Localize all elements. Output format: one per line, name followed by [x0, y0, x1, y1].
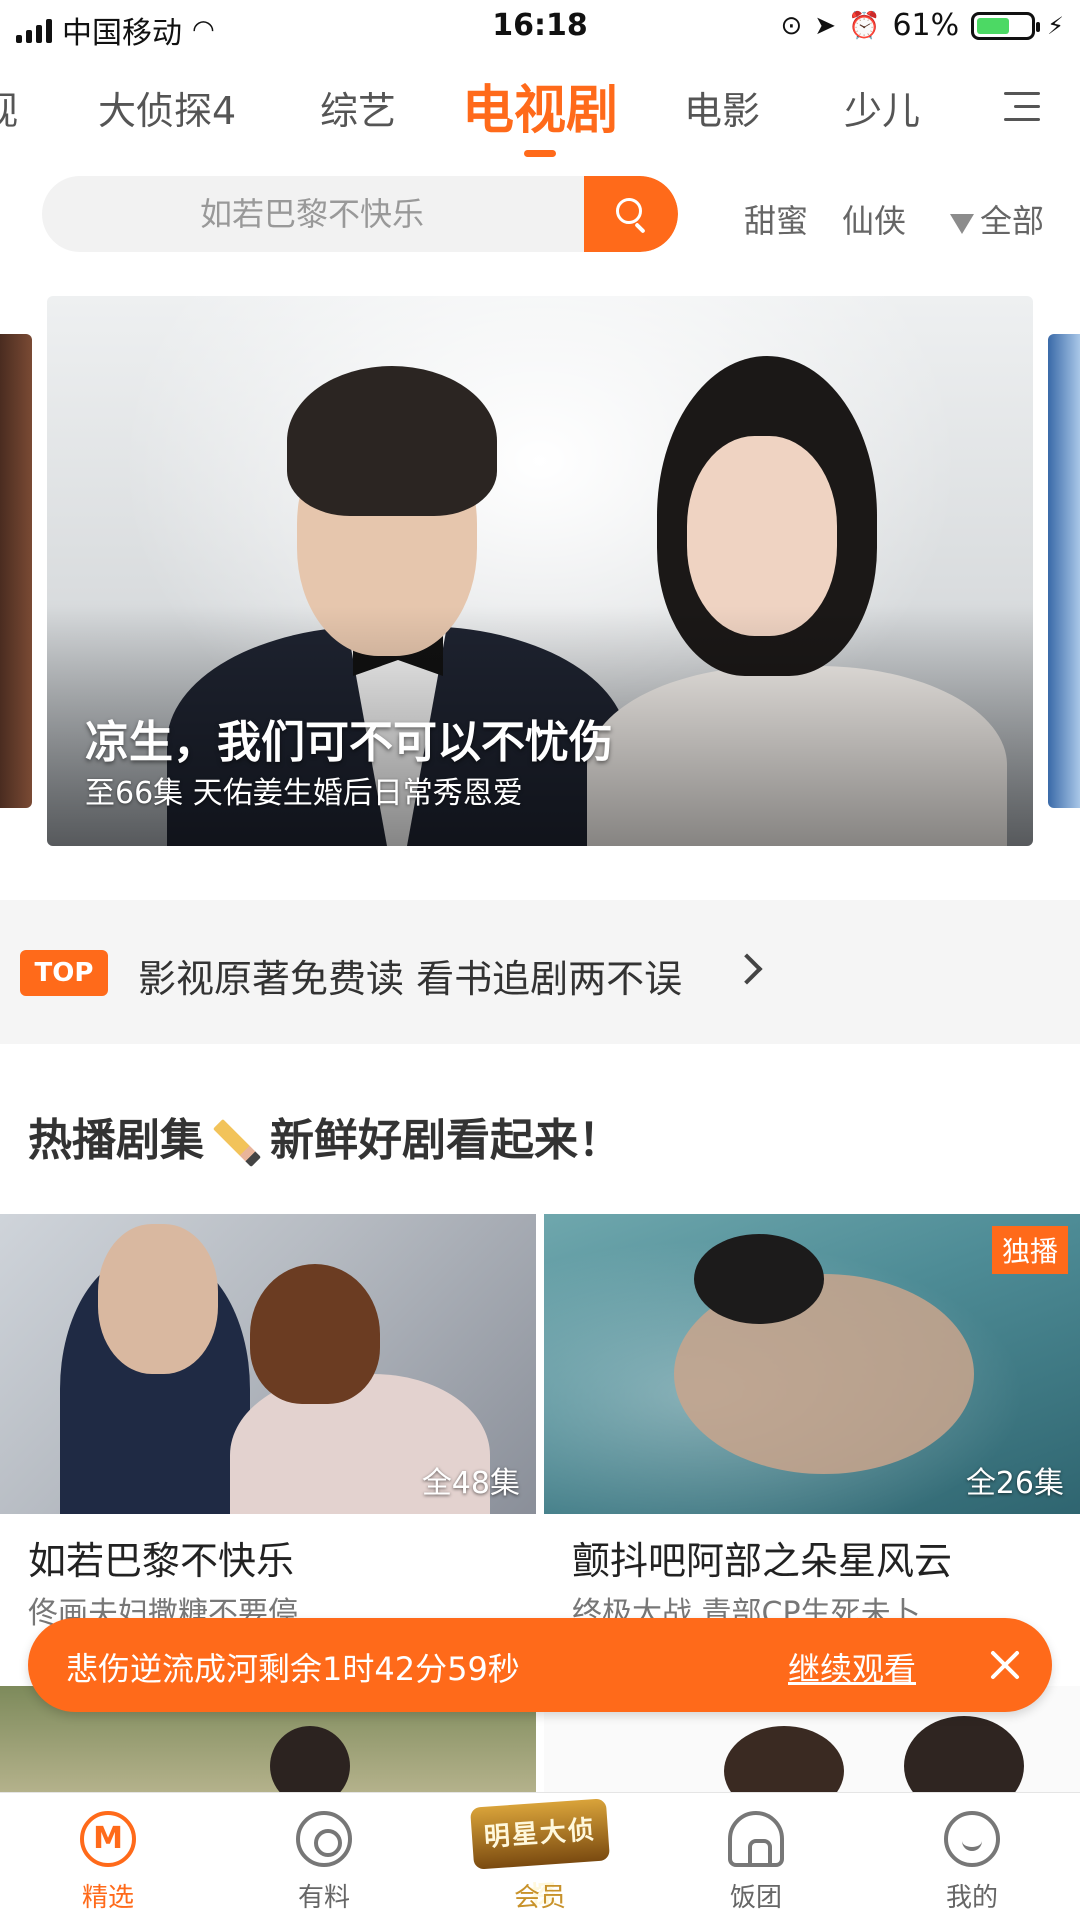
show-card-title[interactable]: 颤抖吧阿部之朵星风云	[572, 1530, 952, 1585]
thumbnail-figure	[98, 1224, 218, 1374]
carousel-prev-slide[interactable]	[0, 334, 32, 808]
status-right: ⊙ ➤ ⏰ 61% ⚡	[780, 8, 1064, 43]
tab-movies[interactable]: 电影	[684, 80, 760, 135]
group-icon	[728, 1811, 784, 1867]
nav-fan-group[interactable]: 饭团	[648, 1793, 864, 1921]
news-icon	[296, 1811, 352, 1867]
show-card-thumbnail[interactable]: 全48集	[0, 1214, 536, 1514]
banner-title: 凉生，我们可不可以不忧伤	[85, 717, 613, 768]
vip-logo: 明星大侦探	[470, 1798, 610, 1912]
home-icon	[80, 1811, 136, 1867]
filter-sweet[interactable]: 甜蜜	[744, 196, 808, 242]
tab-tv-series[interactable]: 电视剧	[462, 68, 618, 143]
orientation-lock-icon: ⊙	[780, 10, 803, 41]
promo-strip[interactable]: TOP 影视原著免费读 看书追剧两不误	[0, 900, 1080, 1044]
banner-figure	[287, 366, 497, 516]
nav-vip[interactable]: 明星大侦探 会员	[432, 1793, 648, 1921]
nav-label: 有料	[297, 1883, 350, 1913]
nav-label: 精选	[81, 1883, 134, 1913]
nav-profile[interactable]: 我的	[864, 1793, 1080, 1921]
continue-watching-button[interactable]: 继续观看	[788, 1644, 916, 1690]
tab-partial[interactable]: 视	[0, 80, 18, 135]
nav-label: 我的	[945, 1883, 998, 1913]
location-icon: ➤	[814, 10, 837, 41]
battery-fill	[977, 17, 1009, 34]
chevron-right-icon	[731, 953, 763, 985]
section-title-main: 热播剧集	[28, 1115, 204, 1166]
section-title: 热播剧集 新鲜好剧看起来！	[28, 1104, 622, 1168]
battery-icon	[971, 11, 1041, 40]
episode-count: 全48集	[421, 1466, 520, 1501]
active-tab-indicator	[524, 150, 556, 157]
show-card-title[interactable]: 如若巴黎不快乐	[28, 1530, 294, 1585]
funnel-icon	[950, 214, 974, 234]
filter-xianxia[interactable]: 仙侠	[842, 196, 906, 242]
carousel-next-slide[interactable]	[1048, 334, 1080, 808]
nav-label: 会员	[513, 1883, 566, 1913]
nav-featured[interactable]: 精选	[0, 1793, 216, 1921]
search-input[interactable]	[42, 176, 582, 252]
banner-subtitle: 至66集 天佑姜生婚后日常秀恩爱	[85, 776, 523, 811]
continue-watching-text: 悲伤逆流成河剩余1时42分59秒	[66, 1650, 520, 1688]
thumbnail-figure	[250, 1264, 380, 1404]
continue-watching-bar: 悲伤逆流成河剩余1时42分59秒 继续观看	[28, 1618, 1052, 1712]
section-title-tagline: 新鲜好剧看起来！	[270, 1115, 622, 1166]
nav-label: 饭团	[729, 1883, 782, 1913]
menu-icon[interactable]	[1004, 92, 1040, 122]
episode-count: 全26集	[965, 1466, 1064, 1501]
battery-percent: 61%	[892, 8, 960, 43]
thumbnail-figure	[694, 1234, 824, 1324]
profile-icon	[944, 1811, 1000, 1867]
promo-text: 影视原著免费读 看书追剧两不误	[138, 957, 683, 1001]
bottom-nav: 精选 有料 明星大侦探 会员 饭团 我的	[0, 1792, 1080, 1920]
charging-icon: ⚡	[1047, 11, 1064, 40]
nav-discover[interactable]: 有料	[216, 1793, 432, 1921]
tab-kids[interactable]: 少儿	[844, 80, 920, 135]
search-icon-handle	[634, 222, 646, 234]
filter-all-label: 全部	[980, 202, 1045, 240]
close-icon[interactable]	[988, 1648, 1022, 1682]
tab-detective[interactable]: 大侦探4	[98, 80, 236, 135]
exclusive-badge: 独播	[991, 1226, 1068, 1274]
search-button[interactable]	[584, 176, 678, 252]
search-bar	[42, 176, 678, 252]
search-icon	[616, 198, 642, 224]
pencil-icon	[212, 1118, 262, 1168]
featured-banner[interactable]: 凉生，我们可不可以不忧伤 至66集 天佑姜生婚后日常秀恩爱	[47, 296, 1033, 846]
show-card-thumbnail[interactable]: 独播 全26集	[544, 1214, 1080, 1514]
tab-variety[interactable]: 综艺	[320, 80, 396, 135]
filter-all[interactable]: 全部	[950, 196, 1044, 242]
alarm-icon: ⏰	[848, 10, 881, 41]
top-badge: TOP	[20, 950, 108, 996]
status-bar: 中国移动 ◠ 16:18 ⊙ ➤ ⏰ 61% ⚡	[0, 0, 1080, 52]
